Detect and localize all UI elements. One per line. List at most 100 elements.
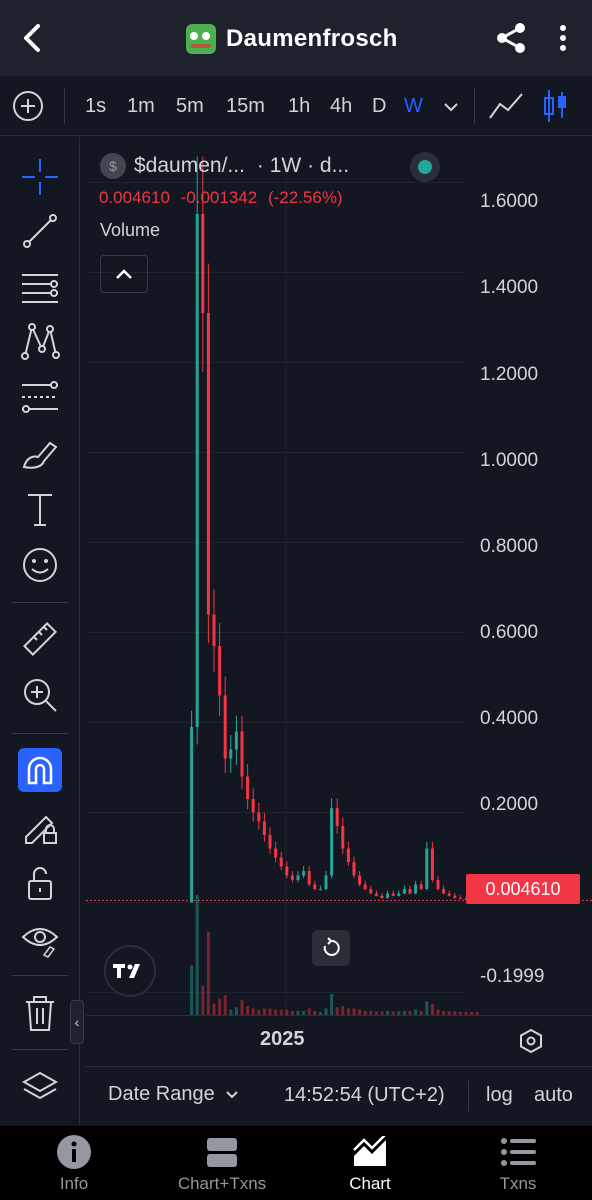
timeframe-dropdown-button[interactable]	[442, 98, 460, 116]
y-tick-label: 1.2000	[480, 364, 539, 385]
bottom-navigation: Info Chart+Txns Chart Txns	[0, 1126, 592, 1200]
candle-body	[358, 875, 362, 885]
volume-bar	[240, 1000, 244, 1015]
candle-body	[229, 749, 233, 759]
timeframe-w[interactable]: W	[404, 92, 423, 120]
share-icon	[497, 23, 525, 53]
volume-label: Volume	[100, 220, 161, 240]
pencil-lock-icon	[25, 815, 57, 844]
candle-body	[436, 880, 440, 889]
smiley-icon	[23, 548, 57, 582]
line-chart-icon	[489, 93, 523, 119]
reset-icon	[323, 937, 340, 956]
text-tool[interactable]	[18, 487, 62, 531]
pattern-icon	[21, 323, 60, 360]
timeframe-4h[interactable]: 4h	[330, 92, 352, 120]
volume-bar	[251, 1008, 255, 1015]
magnet-mode-toggle[interactable]	[18, 748, 62, 792]
chart-pane[interactable]: $ $daumen/... · 1W · d... 0.004610 -0.00…	[86, 140, 592, 1065]
zoom-tool[interactable]	[18, 673, 62, 717]
share-button[interactable]	[494, 20, 530, 56]
more-menu-button[interactable]	[548, 20, 578, 56]
candle-body	[458, 898, 462, 899]
nav-chart[interactable]: Chart	[300, 1134, 440, 1198]
y-tick-label: 0.4000	[480, 708, 539, 729]
back-button[interactable]	[14, 20, 50, 56]
timeframe-1h[interactable]: 1h	[288, 92, 310, 120]
divider	[468, 1081, 469, 1111]
volume-bar	[307, 1008, 311, 1015]
chevron-up-icon	[116, 269, 132, 279]
candlestick-icon	[544, 90, 566, 122]
emoji-tool[interactable]	[18, 543, 62, 587]
timeframe-5m[interactable]: 5m	[176, 92, 204, 120]
nav-chart-txns[interactable]: Chart+Txns	[152, 1134, 292, 1198]
remove-drawings-tool[interactable]	[18, 992, 62, 1036]
candle-chart-type-button[interactable]	[540, 88, 570, 124]
add-indicator-button[interactable]	[12, 90, 44, 122]
reset-chart-button[interactable]	[312, 930, 350, 966]
log-scale-toggle[interactable]: log	[486, 1084, 513, 1107]
candle-body	[391, 893, 395, 896]
object-tree-tool[interactable]	[18, 1065, 62, 1109]
trendline-tool[interactable]	[18, 209, 62, 253]
hide-drawings-tool[interactable]	[18, 917, 62, 961]
symbol-legend[interactable]: $ $daumen/... · 1W · d...	[100, 152, 349, 180]
clock-timezone[interactable]: 14:52:54 (UTC+2)	[284, 1084, 445, 1107]
change-percent: (-22.56%)	[267, 188, 343, 207]
zoom-in-icon	[24, 679, 57, 712]
y-tick-label: -0.1999	[480, 966, 545, 987]
candle-body	[408, 889, 412, 894]
candle-body	[346, 848, 350, 862]
candle-body	[246, 776, 250, 799]
candle-body	[262, 821, 266, 835]
stay-in-drawing-mode-tool[interactable]	[18, 805, 62, 849]
y-tick-label: 0.6000	[480, 622, 539, 643]
volume-bar	[346, 1008, 350, 1015]
crosshair-tool[interactable]	[18, 155, 62, 199]
toolbar-collapse-button[interactable]: ‹	[70, 1000, 84, 1044]
fib-tool[interactable]	[18, 375, 62, 419]
timeframe-15m[interactable]: 15m	[226, 92, 265, 120]
ruler-icon	[23, 622, 57, 656]
plus-circle-icon	[13, 91, 43, 121]
toolbar-divider	[12, 602, 68, 603]
chart-settings-button[interactable]	[518, 1028, 544, 1054]
measure-tool[interactable]	[18, 617, 62, 661]
token-logo-icon	[186, 24, 216, 54]
auto-scale-toggle[interactable]: auto	[534, 1084, 573, 1107]
nav-info[interactable]: Info	[4, 1134, 144, 1198]
candle-body	[268, 835, 272, 849]
lock-drawings-tool[interactable]	[18, 861, 62, 905]
collapse-legend-button[interactable]	[100, 255, 148, 293]
timeframe-d[interactable]: D	[372, 92, 386, 120]
volume-bar	[425, 1001, 429, 1015]
volume-bar	[268, 1008, 272, 1015]
chevron-down-icon	[444, 103, 458, 112]
date-range-dropdown[interactable]: Date Range	[108, 1083, 239, 1106]
change-value: -0.001342	[180, 188, 258, 207]
time-axis[interactable]: 2025	[86, 1015, 592, 1065]
toolbar-divider	[12, 1049, 68, 1050]
pattern-tool[interactable]	[18, 319, 62, 363]
timeframe-1m[interactable]: 1m	[127, 92, 155, 120]
candle-body	[206, 313, 210, 615]
timeframe-1s[interactable]: 1s	[85, 92, 106, 120]
candle-body	[307, 871, 311, 885]
candle-body	[201, 214, 205, 313]
candle-body	[279, 857, 283, 867]
y-tick-label: 1.4000	[480, 277, 539, 298]
back-arrow-icon	[24, 24, 40, 52]
horizontal-lines-tool[interactable]	[18, 265, 62, 309]
divider	[64, 88, 65, 124]
chart-icon	[350, 1134, 390, 1170]
line-chart-type-button[interactable]	[488, 90, 526, 122]
nav-txns[interactable]: Txns	[448, 1134, 588, 1198]
brush-tool[interactable]	[18, 431, 62, 475]
market-status-indicator	[410, 152, 440, 182]
tradingview-logo[interactable]	[104, 945, 156, 997]
candle-body	[313, 884, 317, 889]
candle-body	[447, 893, 451, 896]
eye-icon	[21, 928, 59, 958]
list-icon	[498, 1134, 538, 1170]
